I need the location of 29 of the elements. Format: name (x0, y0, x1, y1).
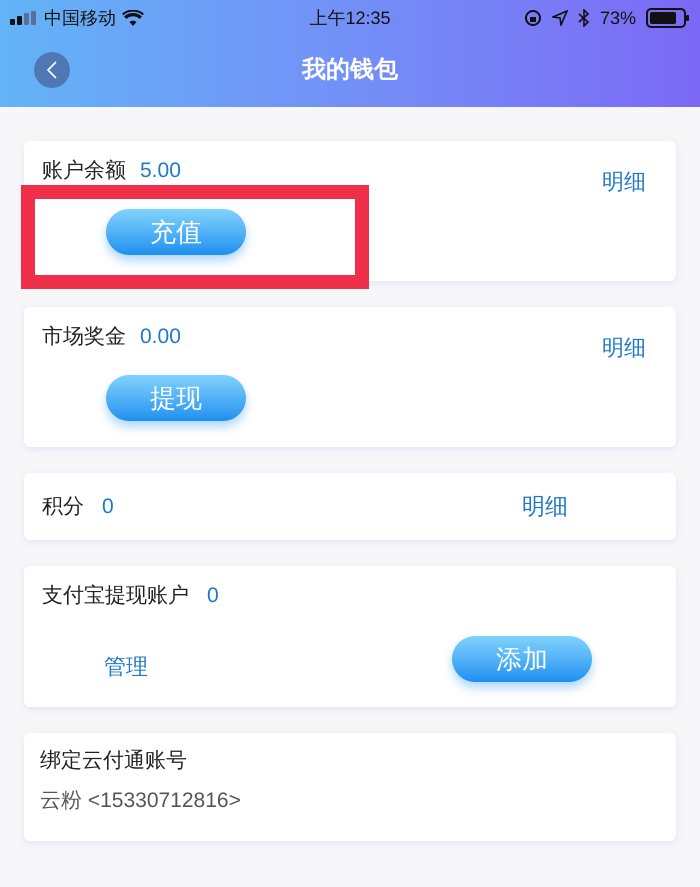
add-button[interactable]: 添加 (452, 636, 592, 682)
status-time: 上午12:35 (309, 6, 391, 30)
account-count: 0 (207, 583, 219, 609)
card-label: 支付宝提现账户 (42, 583, 189, 609)
page-title: 我的钱包 (302, 54, 398, 84)
battery-percent: 73% (600, 6, 636, 30)
wifi-icon (122, 10, 144, 26)
battery-icon (646, 8, 690, 28)
action-button[interactable]: 充值 (106, 209, 246, 255)
points-value: 0 (102, 494, 114, 520)
card-label: 市场奖金 (42, 324, 126, 350)
details-link[interactable]: 明细 (602, 165, 646, 198)
card-label: 绑定云付通账号 (40, 748, 188, 774)
details-link[interactable]: 明细 (602, 331, 646, 364)
manage-link[interactable]: 管理 (104, 650, 148, 683)
account-name: 云粉 <15330712816> (40, 788, 242, 814)
details-link[interactable]: 明细 (522, 489, 568, 524)
balance-value: 0.00 (140, 324, 181, 350)
back-icon (46, 61, 58, 79)
carrier-name: 中国移动 (44, 6, 116, 30)
signal-icon (10, 11, 38, 25)
rotation-lock-icon (524, 9, 542, 27)
card-label: 积分 (42, 494, 84, 520)
back-button[interactable] (34, 52, 70, 88)
balance-value: 5.00 (140, 158, 181, 184)
card-label: 账户余额 (42, 158, 126, 184)
bluetooth-icon (578, 9, 590, 27)
action-button[interactable]: 提现 (106, 375, 246, 421)
location-arrow-icon (552, 10, 568, 26)
